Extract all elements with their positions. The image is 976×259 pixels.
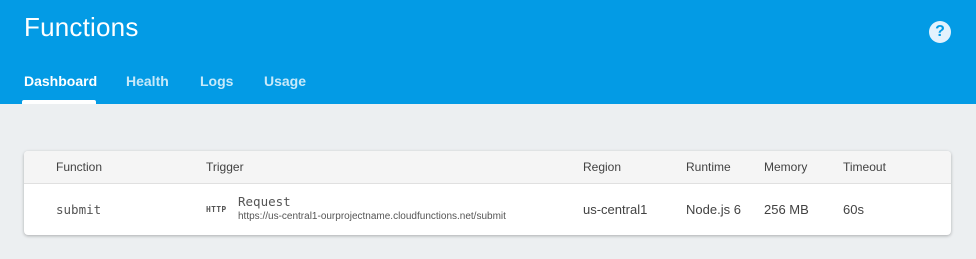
- help-icon[interactable]: ?: [929, 21, 951, 43]
- region-value: us-central1: [583, 202, 648, 217]
- tab-health[interactable]: Health: [126, 73, 169, 89]
- active-tab-indicator: [22, 100, 96, 104]
- column-header-trigger: Trigger: [206, 160, 244, 174]
- table-row[interactable]: submit HTTP Request https://us-central1-…: [24, 184, 951, 235]
- timeout-value: 60s: [843, 202, 864, 217]
- column-header-runtime: Runtime: [686, 160, 731, 174]
- tab-dashboard[interactable]: Dashboard: [24, 73, 97, 89]
- column-header-region: Region: [583, 160, 622, 174]
- table-header: Function Trigger Region Runtime Memory T…: [24, 151, 951, 184]
- column-header-function: Function: [56, 160, 103, 174]
- memory-value: 256 MB: [764, 202, 809, 217]
- http-trigger-badge: HTTP: [206, 205, 227, 214]
- function-name: submit: [56, 202, 102, 217]
- runtime-value: Node.js 6: [686, 202, 741, 217]
- functions-table: Function Trigger Region Runtime Memory T…: [24, 151, 951, 235]
- trigger-url-link[interactable]: https://us-central1-ourprojectname.cloud…: [238, 211, 506, 222]
- tab-usage[interactable]: Usage: [264, 73, 306, 89]
- column-header-timeout: Timeout: [843, 160, 886, 174]
- app-header: Functions ? Dashboard Health Logs Usage: [0, 0, 976, 104]
- tab-logs[interactable]: Logs: [200, 73, 233, 89]
- tab-bar: Dashboard Health Logs Usage: [0, 60, 976, 104]
- trigger-type: Request: [238, 194, 291, 209]
- page-title: Functions: [24, 12, 139, 42]
- column-header-memory: Memory: [764, 160, 808, 174]
